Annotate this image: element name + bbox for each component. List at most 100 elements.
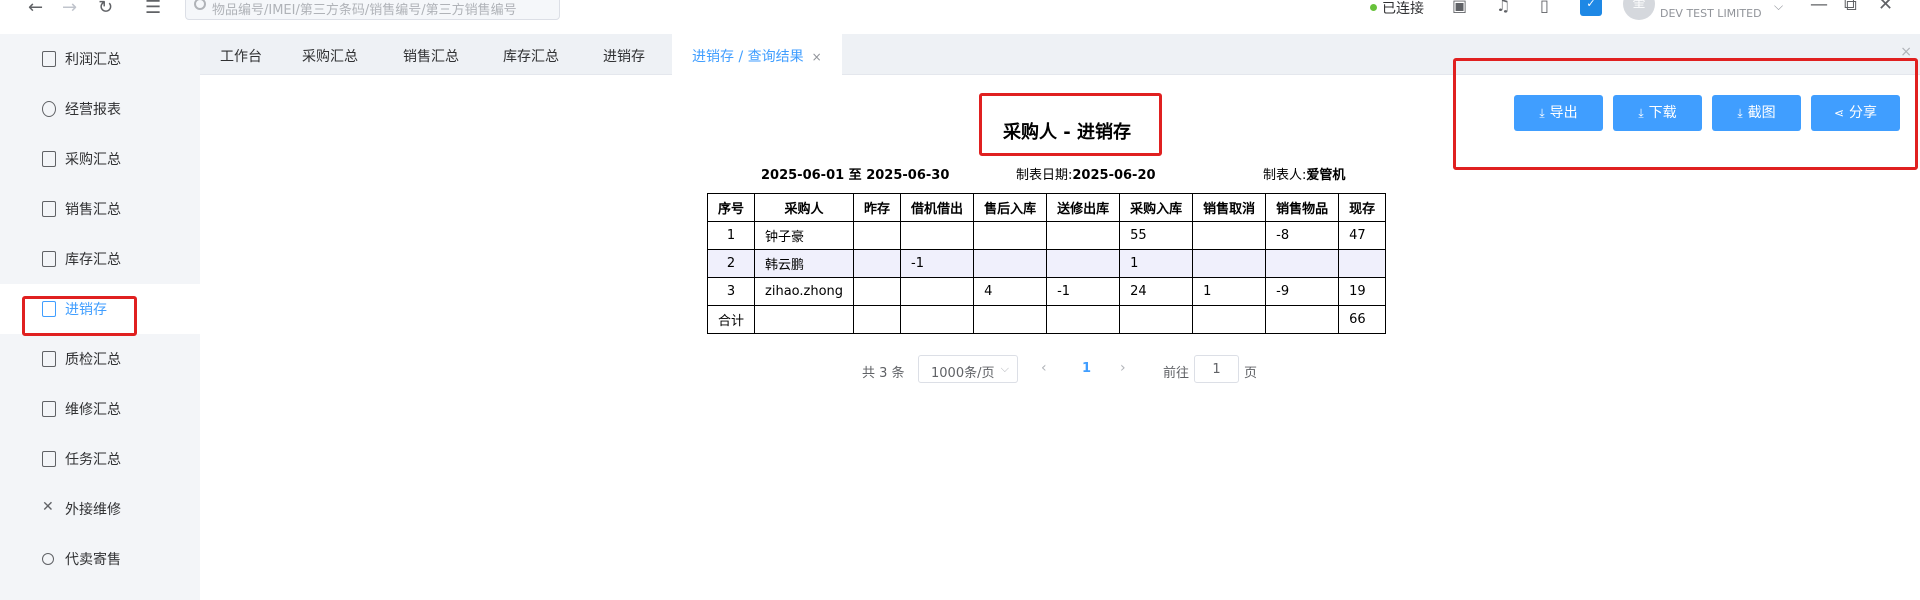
cell: 4 bbox=[973, 277, 1048, 306]
search-input[interactable]: 物品编号/IMEI/第三方条码/销售编号/第三方销售编号 bbox=[185, 0, 560, 20]
header-cell: 借机借出 bbox=[900, 193, 975, 222]
bell-icon[interactable]: ♫ bbox=[1496, 0, 1510, 15]
status-dot-icon bbox=[1370, 4, 1377, 11]
cell bbox=[1192, 305, 1267, 334]
cell bbox=[853, 249, 902, 278]
table-row: 2 韩云鹏 -1 1 bbox=[706, 249, 1387, 278]
sidebar-item-external-repair[interactable]: ✕ 外接维修 bbox=[0, 484, 200, 534]
back-arrow-icon[interactable]: ← bbox=[28, 0, 43, 18]
download-icon: ⤓ bbox=[1638, 106, 1644, 120]
tab-stock-flow[interactable]: 进销存 bbox=[603, 34, 645, 75]
close-tab-icon[interactable]: × bbox=[812, 50, 822, 64]
avatar[interactable]: 奎 bbox=[1623, 0, 1655, 20]
shop-icon bbox=[42, 201, 56, 217]
sidebar-item-tasks[interactable]: 任务汇总 bbox=[0, 434, 200, 484]
share-button[interactable]: ⋖ 分享 bbox=[1811, 95, 1900, 131]
cell bbox=[1119, 305, 1194, 334]
sidebar-item-sales[interactable]: 销售汇总 bbox=[0, 184, 200, 234]
page-size-select[interactable]: 1000条/页 ⌵ bbox=[918, 355, 1018, 383]
cell bbox=[973, 221, 1048, 250]
checkbox-icon[interactable]: ✓ bbox=[1580, 0, 1602, 16]
page-number-current[interactable]: 1 bbox=[1082, 361, 1091, 389]
sidebar-item-business-report[interactable]: 经营报表 bbox=[0, 84, 200, 134]
sidebar-item-label: 经营报表 bbox=[65, 102, 121, 118]
header-cell: 销售物品 bbox=[1265, 193, 1340, 222]
prev-page-icon[interactable]: ‹ bbox=[1041, 360, 1047, 388]
cell: zihao.zhong bbox=[754, 277, 855, 306]
tools-icon: ✕ bbox=[42, 499, 54, 515]
sidebar-item-profit[interactable]: 利润汇总 bbox=[0, 34, 200, 84]
cell bbox=[1046, 305, 1121, 334]
close-window-icon[interactable]: ✕ bbox=[1878, 0, 1893, 15]
cell bbox=[853, 277, 902, 306]
inspection-icon bbox=[42, 351, 56, 367]
forward-arrow-icon[interactable]: → bbox=[62, 0, 77, 18]
tab-sales-summary[interactable]: 销售汇总 bbox=[403, 34, 459, 75]
cell: 55 bbox=[1119, 221, 1194, 250]
cell: 1 bbox=[706, 221, 756, 250]
sidebar-item-purchase[interactable]: 采购汇总 bbox=[0, 134, 200, 184]
report-table: 序号 采购人 昨存 借机借出 售后入库 送修出库 采购入库 销售取消 销售物品 … bbox=[706, 193, 1387, 334]
cell bbox=[973, 305, 1048, 334]
refresh-icon[interactable]: ↻ bbox=[98, 0, 113, 18]
page-size-value: 1000条/页 bbox=[931, 366, 995, 381]
sidebar-item-inventory[interactable]: 库存汇总 bbox=[0, 234, 200, 284]
cell: 47 bbox=[1338, 221, 1387, 250]
cell bbox=[973, 249, 1048, 278]
minimize-icon[interactable]: — bbox=[1810, 0, 1828, 15]
export-label: 导出 bbox=[1549, 105, 1578, 121]
cell bbox=[1265, 249, 1340, 278]
maker: 制表人:爱管机 bbox=[1263, 164, 1345, 183]
sidebar-item-consignment[interactable]: 代卖寄售 bbox=[0, 534, 200, 584]
cell: 2 bbox=[706, 249, 756, 278]
company-name: DEV TEST LIMITED bbox=[1660, 7, 1762, 20]
header-cell: 采购入库 bbox=[1119, 193, 1194, 222]
connection-status: 已连接 bbox=[1370, 0, 1424, 18]
chevron-down-icon[interactable]: ⌵ bbox=[1774, 0, 1783, 14]
cell: -8 bbox=[1265, 221, 1340, 250]
maximize-icon[interactable]: ⧉ bbox=[1844, 0, 1857, 15]
menu-icon[interactable]: ☰ bbox=[145, 0, 161, 18]
sidebar-item-repair[interactable]: 维修汇总 bbox=[0, 384, 200, 434]
search-placeholder: 物品编号/IMEI/第三方条码/销售编号/第三方销售编号 bbox=[212, 3, 517, 18]
cell: 24 bbox=[1119, 277, 1194, 306]
goto-label: 前往 bbox=[1163, 366, 1190, 381]
pagination-total: 共 3 条 bbox=[862, 366, 905, 381]
cell bbox=[1046, 221, 1121, 250]
cell bbox=[1338, 249, 1387, 278]
tab-purchase-summary[interactable]: 采购汇总 bbox=[302, 34, 358, 75]
sidebar-item-label: 销售汇总 bbox=[65, 202, 121, 218]
export-button[interactable]: ⤓ 导出 bbox=[1514, 95, 1603, 131]
cell bbox=[754, 305, 855, 334]
tab-inventory-summary[interactable]: 库存汇总 bbox=[503, 34, 559, 75]
screenshot-label: 截图 bbox=[1747, 105, 1776, 121]
document-icon[interactable]: ▯ bbox=[1540, 0, 1549, 15]
cell: -1 bbox=[900, 249, 975, 278]
table-header-row: 序号 采购人 昨存 借机借出 售后入库 送修出库 采购入库 销售取消 销售物品 … bbox=[706, 193, 1387, 222]
sidebar-item-label: 代卖寄售 bbox=[65, 552, 121, 568]
date-range: 2025-06-01 至 2025-06-30 bbox=[761, 168, 950, 183]
cell: 韩云鹏 bbox=[754, 249, 855, 278]
next-page-icon[interactable]: › bbox=[1120, 360, 1126, 388]
tab-label: 进销存 / 查询结果 bbox=[692, 49, 804, 65]
header-cell: 送修出库 bbox=[1046, 193, 1121, 222]
cell: 19 bbox=[1338, 277, 1387, 306]
goto-page-input[interactable]: 1 bbox=[1194, 355, 1239, 383]
sidebar-item-quality-check[interactable]: 质检汇总 bbox=[0, 334, 200, 384]
calculator-icon[interactable]: ▣ bbox=[1452, 0, 1467, 15]
cell bbox=[1046, 249, 1121, 278]
sidebar-item-label: 维修汇总 bbox=[65, 402, 121, 418]
screenshot-button[interactable]: ⤓ 截图 bbox=[1712, 95, 1801, 131]
tab-workbench[interactable]: 工作台 bbox=[220, 34, 262, 75]
cell bbox=[1265, 305, 1340, 334]
cell: -1 bbox=[1046, 277, 1121, 306]
tab-stock-flow-result[interactable]: 进销存 / 查询结果 × bbox=[672, 34, 842, 75]
cart-icon bbox=[42, 151, 56, 167]
share-icon: ⋖ bbox=[1833, 106, 1845, 120]
download-button[interactable]: ⤓ 下载 bbox=[1613, 95, 1702, 131]
cell: 1 bbox=[1192, 277, 1267, 306]
download-icon: ⤓ bbox=[1539, 106, 1545, 120]
cell bbox=[853, 305, 902, 334]
cell bbox=[900, 221, 975, 250]
consignment-icon bbox=[42, 553, 54, 565]
